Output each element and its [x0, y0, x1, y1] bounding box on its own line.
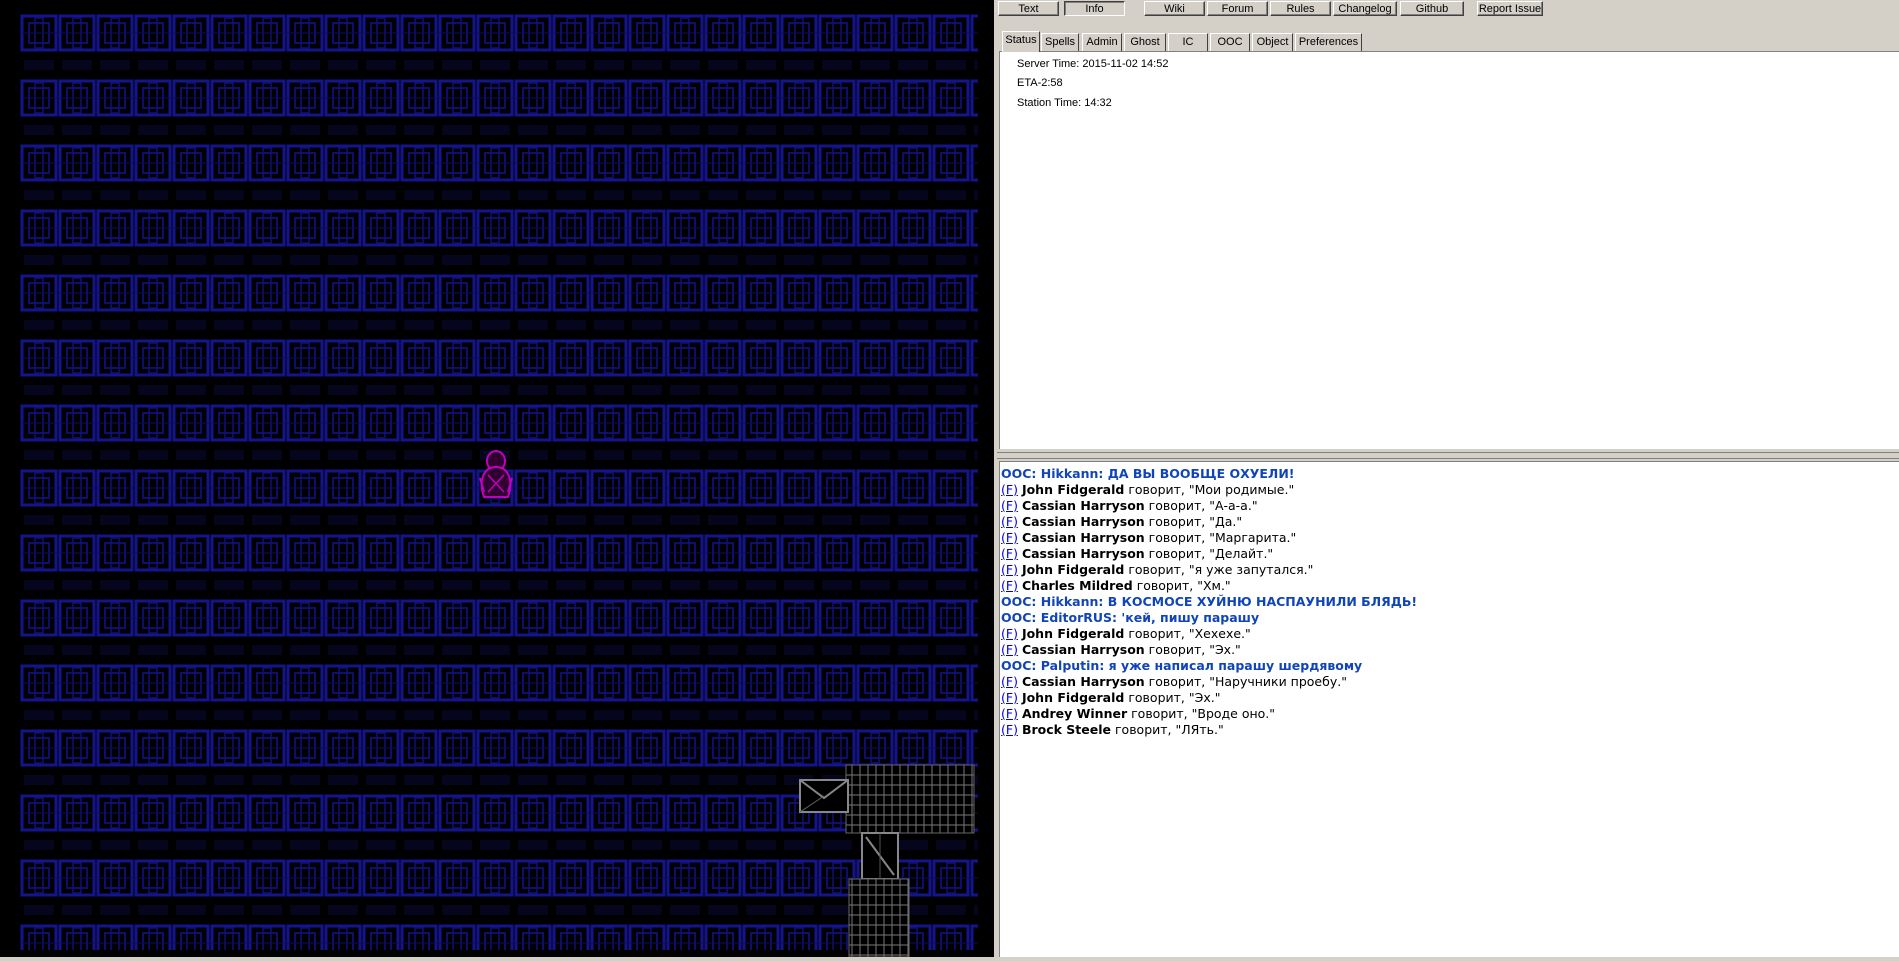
follow-link[interactable]: (F): [1001, 482, 1018, 497]
say-verb: говорит,: [1132, 578, 1198, 593]
follow-link[interactable]: (F): [1001, 530, 1018, 545]
follow-link[interactable]: (F): [1001, 642, 1018, 657]
chat-say-message: (F) Cassian Harryson говорит, "Делайт.": [1001, 546, 1273, 562]
map-canvas[interactable]: [0, 0, 994, 957]
chat-ooc-message: OOC: EditorRUS: 'кей, пишу парашу: [1001, 610, 1259, 626]
forum-button[interactable]: Forum: [1207, 1, 1268, 16]
say-verb: говорит,: [1144, 546, 1210, 561]
follow-link[interactable]: (F): [1001, 674, 1018, 689]
follow-link[interactable]: (F): [1001, 578, 1018, 593]
speaker-name: Brock Steele: [1021, 722, 1111, 737]
follow-link[interactable]: (F): [1001, 706, 1018, 721]
chat-ooc-message: OOC: Palputin: я уже написал парашу шерд…: [1001, 658, 1362, 674]
chat-say-message: (F) Charles Mildred говорит, "Хм.": [1001, 578, 1231, 594]
chat-output[interactable]: OOC: Hikkann: ДА ВЫ ВООБЩЕ ОХУЕЛИ! (F) Jo…: [999, 461, 1899, 957]
chat-ooc-message: OOC: Hikkann: ДА ВЫ ВООБЩЕ ОХУЕЛИ!: [1001, 466, 1294, 482]
quote-text: "Эх.": [1209, 642, 1241, 657]
chat-say-message: (F) Cassian Harryson говорит, "Наручники…: [1001, 674, 1347, 690]
speaker-name: John Fidgerald: [1021, 626, 1125, 641]
tab-spells[interactable]: Spells: [1041, 33, 1079, 51]
say-verb: говорит,: [1144, 674, 1210, 689]
follow-link[interactable]: (F): [1001, 562, 1018, 577]
chat-ooc-message: OOC: Hikkann: В КОСМОСЕ ХУЙНЮ НАСПАУНИЛИ…: [1001, 594, 1417, 610]
say-verb: говорит,: [1144, 514, 1210, 529]
tab-ghost[interactable]: Ghost: [1124, 33, 1166, 51]
follow-link[interactable]: (F): [1001, 514, 1018, 529]
speaker-name: John Fidgerald: [1021, 690, 1125, 705]
speaker-name: Charles Mildred: [1021, 578, 1133, 593]
quote-text: "Хм.": [1197, 578, 1231, 593]
github-button[interactable]: Github: [1400, 1, 1464, 16]
server-time: Server Time: 2015-11-02 14:52: [1017, 58, 1169, 70]
follow-link[interactable]: (F): [1001, 626, 1018, 641]
chat-say-message: (F) Cassian Harryson говорит, "Эх.": [1001, 642, 1241, 658]
say-verb: говорит,: [1144, 498, 1210, 513]
quote-text: "Эх.": [1188, 690, 1221, 705]
quote-text: "Хехехе.": [1188, 626, 1251, 641]
chat-say-message: (F) John Fidgerald говорит, "я уже запут…: [1001, 562, 1313, 578]
quote-text: "Вроде оно.": [1191, 706, 1276, 721]
tab-ooc[interactable]: OOC: [1210, 33, 1250, 51]
quote-text: "А-а-а.": [1209, 498, 1258, 513]
report-issue-button[interactable]: Report Issue: [1477, 1, 1543, 16]
quote-text: "Делайт.": [1209, 546, 1274, 561]
chat-say-message: (F) John Fidgerald говорит, "Эх.": [1001, 690, 1220, 706]
ooc-text: OOC: Hikkann: В КОСМОСЕ ХУЙНЮ НАСПАУНИЛИ…: [1001, 594, 1418, 609]
say-verb: говорит,: [1111, 722, 1176, 737]
text-button[interactable]: Text: [998, 1, 1059, 16]
station-time: Station Time: 14:32: [1017, 97, 1112, 109]
chat-say-message: (F) John Fidgerald говорит, "Мои родимые…: [1001, 482, 1294, 498]
game-map-viewport[interactable]: [0, 0, 994, 957]
quote-text: "Да.": [1209, 514, 1243, 529]
speaker-name: Cassian Harryson: [1021, 674, 1145, 689]
say-verb: говорит,: [1127, 706, 1192, 721]
say-verb: говорит,: [1124, 562, 1189, 577]
chat-say-message: (F) Cassian Harryson говорит, "Да.": [1001, 514, 1242, 530]
chat-say-message: (F) Brock Steele говорит, "ЛЯть.": [1001, 722, 1224, 738]
tab-ic[interactable]: IC: [1168, 33, 1208, 51]
tab-status[interactable]: Status: [1002, 31, 1040, 52]
speaker-name: Cassian Harryson: [1021, 530, 1145, 545]
status-pane: Server Time: 2015-11-02 14:52 ETA-2:58 S…: [999, 51, 1899, 449]
follow-link[interactable]: (F): [1001, 546, 1018, 561]
say-verb: говорит,: [1144, 642, 1210, 657]
say-verb: говорит,: [1124, 482, 1189, 497]
speaker-name: Cassian Harryson: [1021, 498, 1145, 513]
follow-link[interactable]: (F): [1001, 722, 1018, 737]
follow-link[interactable]: (F): [1001, 498, 1018, 513]
chat-say-message: (F) Cassian Harryson говорит, "Маргарита…: [1001, 530, 1296, 546]
speaker-name: John Fidgerald: [1021, 482, 1125, 497]
info-button[interactable]: Info: [1064, 1, 1125, 16]
eta: ETA-2:58: [1017, 77, 1063, 89]
chat-say-message: (F) Andrey Winner говорит, "Вроде оно.": [1001, 706, 1275, 722]
tab-preferences[interactable]: Preferences: [1295, 33, 1362, 51]
quote-text: "Наручники проебу.": [1209, 674, 1347, 689]
speaker-name: Cassian Harryson: [1021, 642, 1145, 657]
tab-admin[interactable]: Admin: [1082, 33, 1122, 51]
say-verb: говорит,: [1124, 626, 1189, 641]
quote-text: "Мои родимые.": [1188, 482, 1295, 497]
info-panel: Text Info Wiki Forum Rules Changelog Git…: [997, 0, 1899, 957]
speaker-name: Cassian Harryson: [1021, 514, 1145, 529]
quote-text: "я уже запутался.": [1188, 562, 1314, 577]
rules-button[interactable]: Rules: [1270, 1, 1331, 16]
wiki-button[interactable]: Wiki: [1144, 1, 1205, 16]
ooc-text: OOC: Hikkann: ДА ВЫ ВООБЩЕ ОХУЕЛИ!: [1001, 466, 1295, 481]
ooc-text: OOC: Palputin: я уже написал парашу шерд…: [1001, 658, 1363, 673]
ooc-text: OOC: EditorRUS: 'кей, пишу парашу: [1001, 610, 1260, 625]
speaker-name: Cassian Harryson: [1021, 546, 1145, 561]
say-verb: говорит,: [1124, 690, 1189, 705]
quote-text: "Маргарита.": [1209, 530, 1297, 545]
changelog-button[interactable]: Changelog: [1333, 1, 1397, 16]
tab-object[interactable]: Object: [1252, 33, 1293, 51]
chat-say-message: (F) John Fidgerald говорит, "Хехехе.": [1001, 626, 1251, 642]
pane-splitter[interactable]: [997, 452, 1899, 459]
chat-say-message: (F) Cassian Harryson говорит, "А-а-а.": [1001, 498, 1258, 514]
say-verb: говорит,: [1144, 530, 1210, 545]
speaker-name: Andrey Winner: [1021, 706, 1128, 721]
follow-link[interactable]: (F): [1001, 690, 1018, 705]
quote-text: "ЛЯть.": [1175, 722, 1224, 737]
speaker-name: John Fidgerald: [1021, 562, 1125, 577]
